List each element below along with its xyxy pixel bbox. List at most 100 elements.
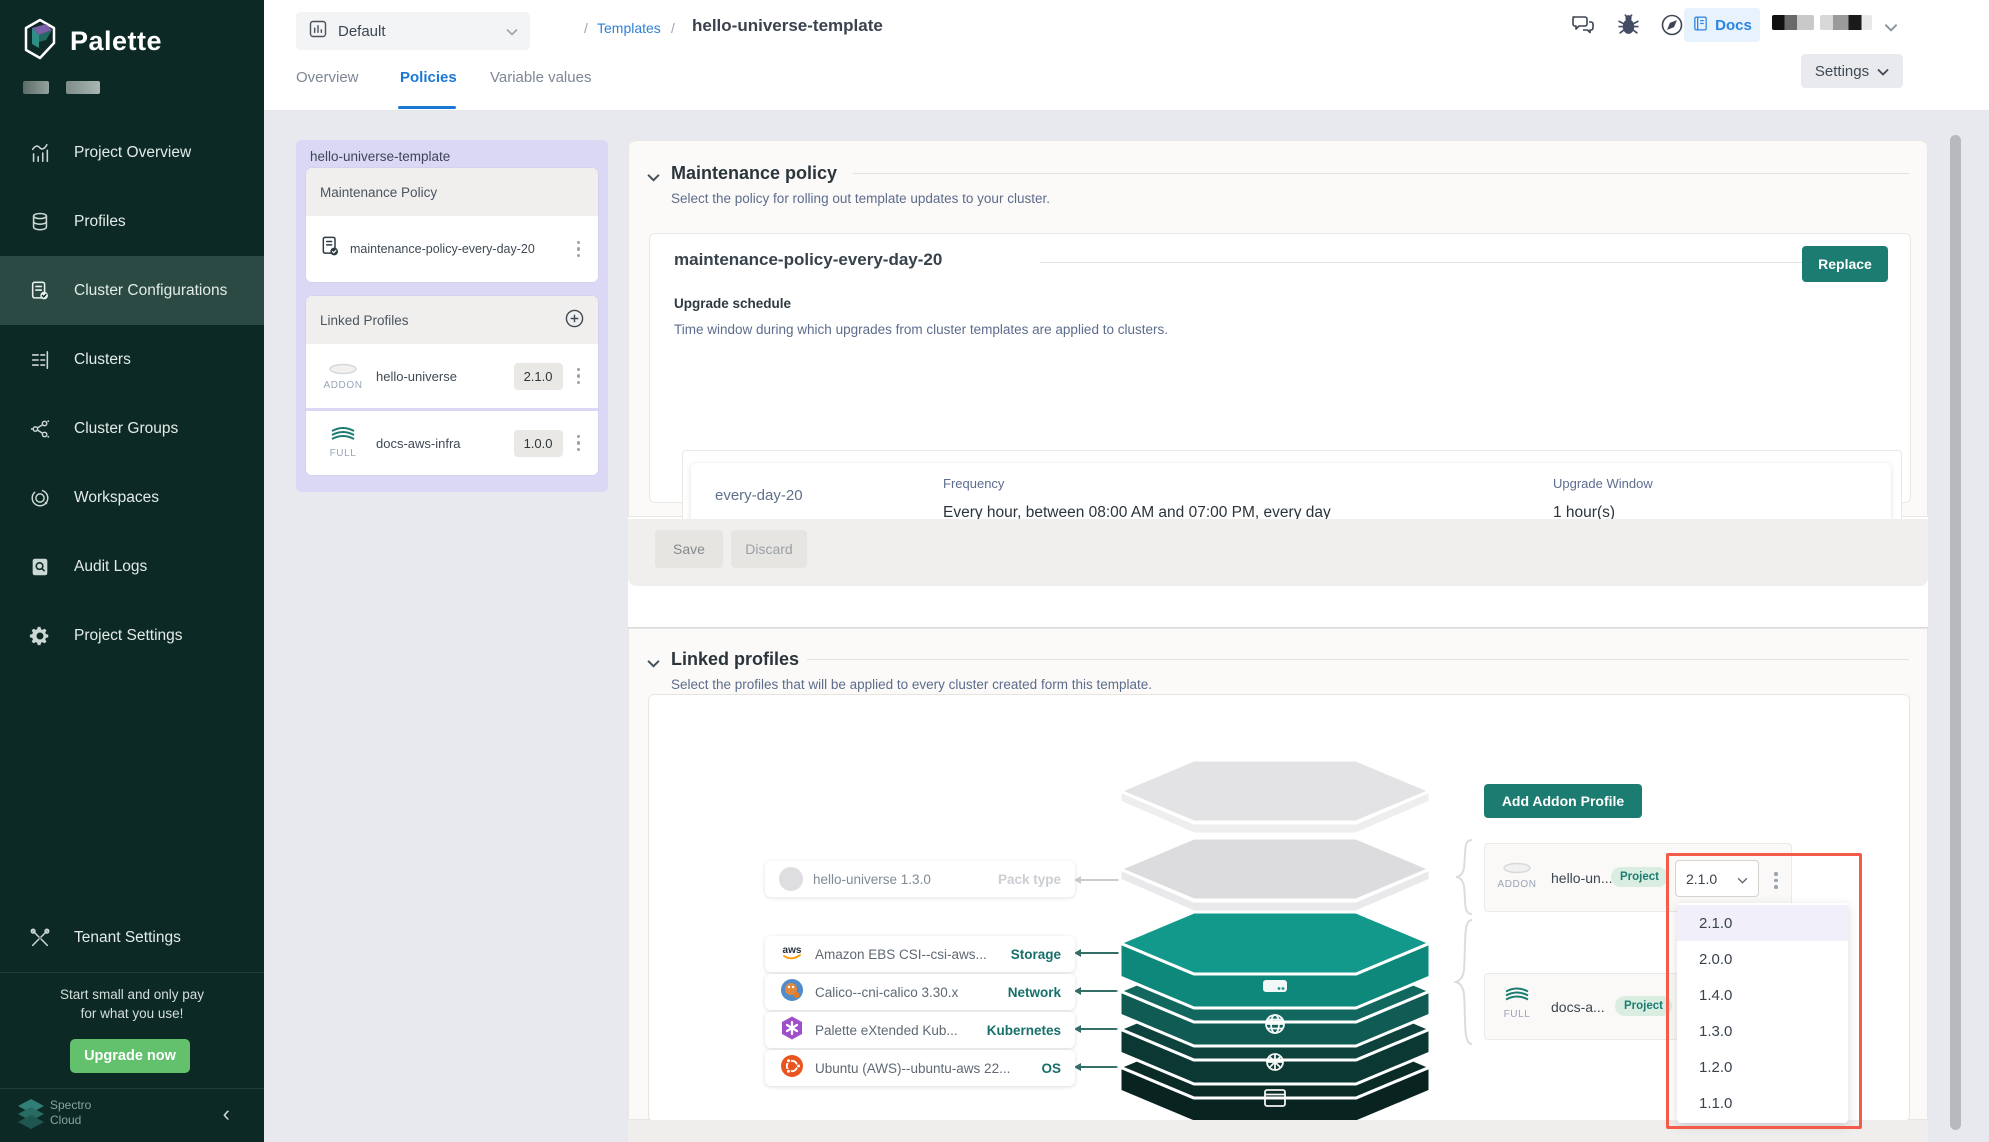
collapse-section-icon[interactable]: [647, 169, 660, 187]
profile-name: hello-un...: [1551, 870, 1612, 886]
schedule-name: every-day-20: [715, 487, 803, 504]
profile-name: docs-aws-infra: [376, 436, 461, 451]
redacted-username-2: [1820, 15, 1872, 30]
tab-overview[interactable]: Overview: [296, 69, 359, 86]
pack-card-amazon-ebs[interactable]: aws Amazon EBS CSI--csi-aws... Storage: [765, 936, 1075, 972]
policy-detail-card: maintenance-policy-every-day-20 Replace …: [649, 233, 1911, 503]
kebab-menu-icon[interactable]: [573, 237, 585, 262]
svg-text:aws: aws: [783, 945, 802, 956]
sidebar-footer: Spectro Cloud ‹: [0, 1089, 264, 1142]
redacted-badge-2: [66, 81, 100, 94]
sidebar-item-profiles[interactable]: Profiles: [0, 187, 264, 256]
discard-button[interactable]: Discard: [731, 530, 807, 568]
version-option[interactable]: 2.1.0: [1677, 905, 1848, 941]
sidebar-item-label: Workspaces: [74, 489, 159, 507]
breadcrumb-templates-link[interactable]: Templates: [597, 20, 661, 36]
version-option[interactable]: 1.1.0: [1677, 1085, 1848, 1121]
sidebar-item-cluster-groups[interactable]: Cluster Groups: [0, 394, 264, 463]
sidebar-item-cluster-configurations[interactable]: Cluster Configurations: [0, 256, 264, 325]
version-option[interactable]: 1.4.0: [1677, 977, 1848, 1013]
pack-card-ubuntu[interactable]: Ubuntu (AWS)--ubuntu-aws 22... OS: [765, 1050, 1075, 1086]
replace-button[interactable]: Replace: [1802, 246, 1888, 282]
aws-logo-icon: aws: [779, 942, 805, 967]
project-name: Default: [338, 23, 386, 40]
sidebar-item-workspaces[interactable]: Workspaces: [0, 463, 264, 532]
divider: [1040, 262, 1810, 263]
compass-icon[interactable]: [1660, 13, 1686, 39]
kebab-menu-icon[interactable]: [1770, 868, 1782, 893]
add-profile-plus-icon[interactable]: [565, 309, 584, 331]
section-subtitle: Select the policy for rolling out templa…: [671, 191, 1050, 206]
version-dropdown-menu: 2.1.0 2.0.0 1.4.0 1.3.0 1.2.0 1.1.0: [1677, 903, 1848, 1123]
project-selector[interactable]: Default: [296, 12, 530, 50]
gear-icon: [28, 624, 52, 648]
policy-name-title: maintenance-policy-every-day-20: [674, 250, 942, 270]
collapse-section-icon[interactable]: [647, 655, 660, 673]
promo-line1: Start small and only pay: [0, 987, 264, 1002]
chat-icon[interactable]: [1570, 12, 1596, 38]
sidebar-item-tenant-settings[interactable]: Tenant Settings: [0, 904, 264, 972]
workspaces-icon: [28, 486, 52, 510]
ubuntu-logo-icon: [779, 1053, 805, 1084]
brace-decoration: [1452, 918, 1478, 1051]
breadcrumb-separator: /: [671, 20, 675, 36]
version-select[interactable]: 2.1.0: [1675, 860, 1759, 897]
palette-app: Palette Project Overview Profiles: [0, 0, 1989, 1142]
version-option[interactable]: 1.3.0: [1677, 1013, 1848, 1049]
chevron-down-icon: [1877, 63, 1889, 80]
addon-profile-card[interactable]: ADDON hello-un... Project 2.1.0: [1484, 843, 1792, 912]
linked-profile-row-full[interactable]: FULL docs-aws-infra 1.0.0: [306, 411, 598, 475]
pack-card-calico[interactable]: Calico--cni-calico 3.30.x Network: [765, 974, 1075, 1010]
selected-version: 2.1.0: [1686, 871, 1717, 887]
pack-type-label: Storage: [1011, 947, 1061, 962]
policy-name: maintenance-policy-every-day-20: [350, 242, 535, 256]
user-menu-chevron-icon[interactable]: [1884, 19, 1910, 45]
sidebar-item-label: Clusters: [74, 351, 131, 369]
pack-card-hello-universe[interactable]: hello-universe 1.3.0 Pack type: [765, 861, 1075, 897]
form-actions-bar: Save Discard: [628, 519, 1928, 586]
maintenance-policy-item[interactable]: maintenance-policy-every-day-20: [306, 216, 598, 282]
brand: Palette: [22, 18, 162, 65]
tools-icon: [28, 926, 52, 950]
sidebar: Palette Project Overview Profiles: [0, 0, 264, 1142]
pack-type-label: Network: [1008, 985, 1061, 1000]
pack-card-palette-pxk[interactable]: Palette eXtended Kub... Kubernetes: [765, 1012, 1075, 1048]
version-option[interactable]: 2.0.0: [1677, 941, 1848, 977]
cluster-configurations-icon: [28, 279, 52, 303]
version-option[interactable]: 1.2.0: [1677, 1049, 1848, 1085]
tab-policies[interactable]: Policies: [400, 69, 457, 86]
project-scope-badge: Project: [1615, 996, 1672, 1016]
addon-profile-icon: ADDON: [320, 362, 366, 391]
pack-type-label: OS: [1041, 1061, 1061, 1076]
kebab-menu-icon[interactable]: [573, 431, 585, 456]
pack-type-label: Pack type: [998, 872, 1061, 887]
bug-icon[interactable]: [1616, 12, 1642, 38]
sidebar-item-project-settings[interactable]: Project Settings: [0, 601, 264, 670]
tab-variable-values[interactable]: Variable values: [490, 69, 591, 86]
sidebar-item-audit-logs[interactable]: Audit Logs: [0, 532, 264, 601]
collapse-sidebar-icon[interactable]: ‹: [223, 1101, 230, 1127]
frequency-label: Frequency: [943, 476, 1004, 491]
profile-name: docs-a...: [1551, 999, 1605, 1015]
pack-type-label: Kubernetes: [987, 1023, 1061, 1038]
divider: [807, 659, 1909, 660]
docs-button[interactable]: Docs: [1684, 8, 1760, 42]
audit-logs-icon: [28, 555, 52, 579]
maintenance-policy-card: Maintenance Policy maintenance-policy-ev…: [306, 168, 598, 282]
kebab-menu-icon[interactable]: [573, 364, 585, 389]
project-scope-badge: Project: [1611, 867, 1668, 887]
storage-layer-icon: [1263, 980, 1287, 992]
content-bottom-strip: [628, 1120, 1928, 1142]
sidebar-item-clusters[interactable]: Clusters: [0, 325, 264, 394]
spectro-cloud-logo: [16, 1097, 46, 1134]
sidebar-item-project-overview[interactable]: Project Overview: [0, 118, 264, 187]
save-button[interactable]: Save: [655, 530, 723, 568]
chevron-down-icon: [506, 23, 518, 40]
template-tree-panel: hello-universe-template Maintenance Poli…: [296, 140, 608, 492]
add-addon-profile-button[interactable]: Add Addon Profile: [1484, 784, 1642, 818]
settings-button[interactable]: Settings: [1801, 54, 1903, 88]
sidebar-nav: Project Overview Profiles Cluster Config…: [0, 118, 264, 670]
linked-profile-row-addon[interactable]: ADDON hello-universe 2.1.0: [306, 344, 598, 411]
vertical-scrollbar[interactable]: [1950, 135, 1961, 1130]
upgrade-now-button[interactable]: Upgrade now: [70, 1039, 190, 1073]
